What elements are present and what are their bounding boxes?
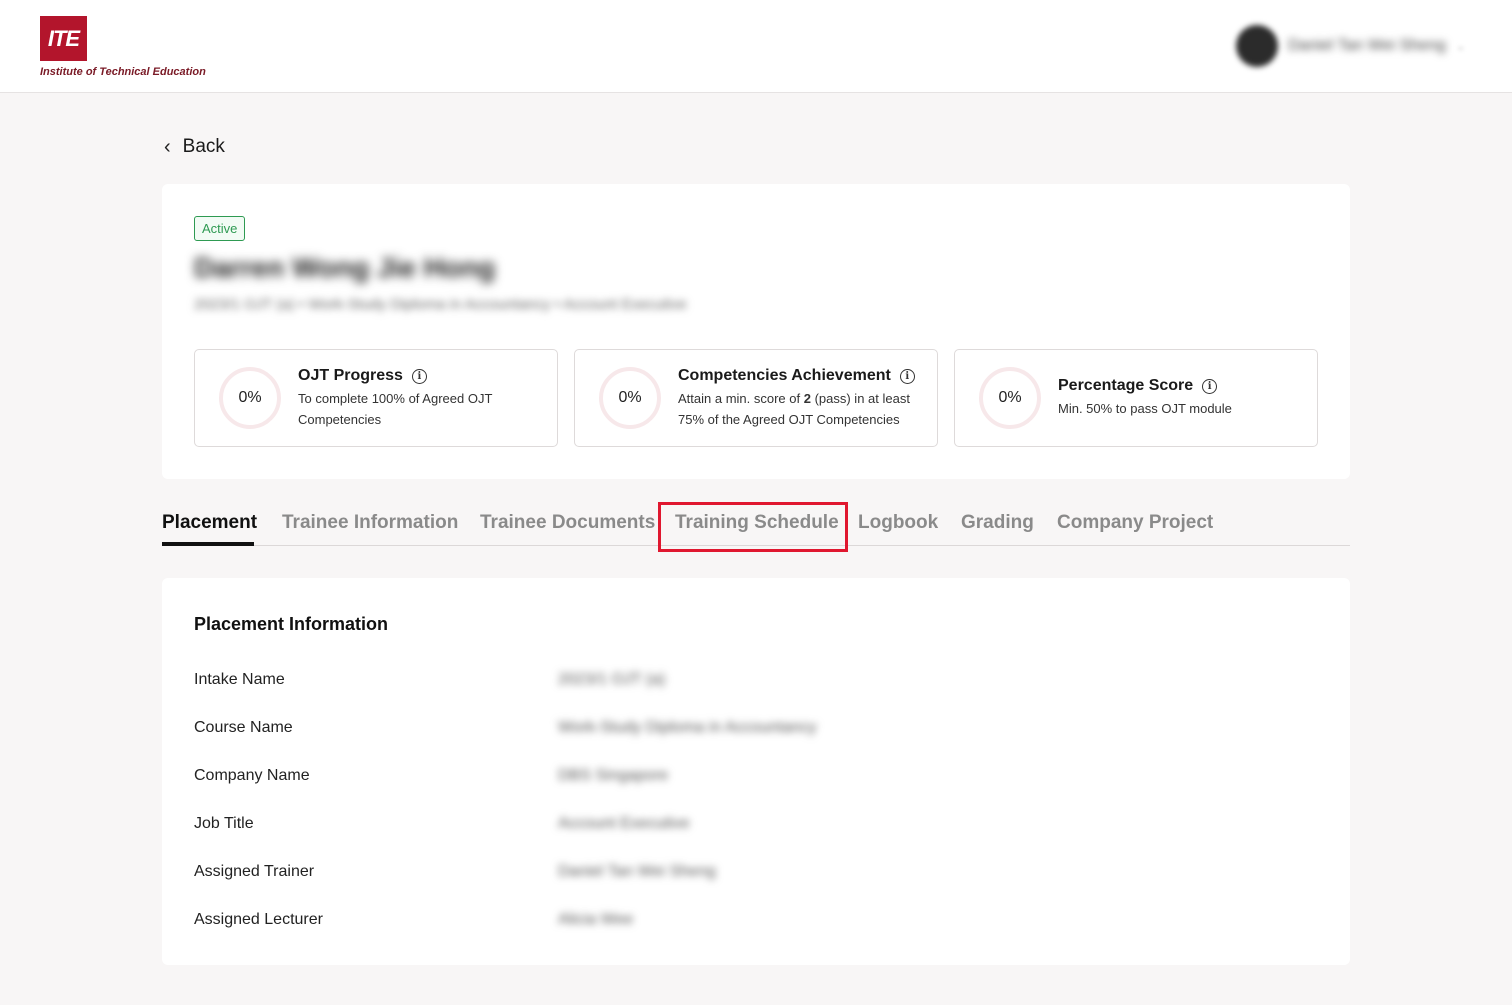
tab-company-project[interactable]: Company Project xyxy=(1057,512,1213,534)
info-label: Company Name xyxy=(194,767,310,784)
info-value: DBS Singapore xyxy=(558,767,669,784)
avatar xyxy=(1236,25,1278,67)
stat-desc-text: To complete 100% of Agreed OJT Competenc… xyxy=(298,391,493,427)
ite-logo-mark: ITE xyxy=(40,16,87,61)
info-label: Assigned Trainer xyxy=(194,863,315,880)
tab-bar: Placement Trainee Information Trainee Do… xyxy=(162,500,1350,552)
ite-logo-text: Institute of Technical Education xyxy=(40,66,206,78)
tab-placement[interactable]: Placement xyxy=(162,512,257,534)
info-icon[interactable]: i xyxy=(1202,378,1218,394)
user-name: Daniel Tan Wei Sheng xyxy=(1288,37,1446,54)
stat-title-text: OJT Progress xyxy=(298,367,403,384)
ojt-progress-card: 0% OJT Progress i To complete 100% of Ag… xyxy=(194,349,558,447)
info-row-assigned-lecturer: Assigned Lecturer Alicia Wee xyxy=(194,911,1314,935)
stat-title-text: Competencies Achievement xyxy=(678,367,891,384)
stat-body: OJT Progress i To complete 100% of Agree… xyxy=(298,367,541,430)
stat-title: OJT Progress i xyxy=(298,367,541,385)
stat-description: Min. 50% to pass OJT module xyxy=(1058,398,1301,419)
stat-title: Competencies Achievement i xyxy=(678,367,921,385)
info-label: Assigned Lecturer xyxy=(194,911,323,928)
info-value: Alicia Wee xyxy=(558,911,634,928)
active-tab-indicator xyxy=(162,542,254,546)
info-label: Job Title xyxy=(194,815,254,832)
info-icon[interactable]: i xyxy=(899,368,915,384)
competencies-achievement-card: 0% Competencies Achievement i Attain a m… xyxy=(574,349,938,447)
info-row-assigned-trainer: Assigned Trainer Daniel Tan Wei Sheng xyxy=(194,863,1314,887)
tab-trainee-information[interactable]: Trainee Information xyxy=(282,512,458,534)
trainee-meta: 2023/1 OJT (a) • Work-Study Diploma in A… xyxy=(194,296,687,313)
percentage-score-card: 0% Percentage Score i Min. 50% to pass O… xyxy=(954,349,1318,447)
chevron-down-icon: ⌄ xyxy=(1455,39,1466,53)
trainee-name: Darren Wong Jie Hong xyxy=(194,252,496,283)
tab-grading[interactable]: Grading xyxy=(961,512,1034,534)
back-label: Back xyxy=(182,136,225,157)
info-value: Daniel Tan Wei Sheng xyxy=(558,863,716,880)
tab-trainee-documents[interactable]: Trainee Documents xyxy=(480,512,655,534)
status-badge: Active xyxy=(194,216,246,241)
tab-logbook[interactable]: Logbook xyxy=(858,512,938,534)
stat-description: To complete 100% of Agreed OJT Competenc… xyxy=(298,388,541,430)
stat-desc-text: Min. 50% to pass OJT module xyxy=(1058,401,1232,416)
top-header: ITE Institute of Technical Education Dan… xyxy=(0,0,1512,93)
info-value: Account Executive xyxy=(558,815,690,832)
info-row-course-name: Course Name Work-Study Diploma in Accoun… xyxy=(194,719,1314,743)
stat-description: Attain a min. score of 2 (pass) in at le… xyxy=(678,388,921,430)
back-button[interactable]: ‹ Back xyxy=(164,134,225,160)
stat-title: Percentage Score i xyxy=(1058,377,1301,395)
info-icon[interactable]: i xyxy=(411,368,427,384)
stat-body: Percentage Score i Min. 50% to pass OJT … xyxy=(1058,377,1301,419)
ojt-progress-ring: 0% xyxy=(219,367,281,429)
user-menu[interactable]: Daniel Tan Wei Sheng ⌄ xyxy=(1232,18,1502,74)
highlight-box xyxy=(658,502,848,552)
stat-desc-pre: Attain a min. score of xyxy=(678,391,804,406)
info-row-job-title: Job Title Account Executive xyxy=(194,815,1314,839)
stat-desc-bold: 2 xyxy=(803,391,811,406)
competencies-ring: 0% xyxy=(599,367,661,429)
info-value: Work-Study Diploma in Accountancy xyxy=(558,719,817,736)
info-value: 2023/1 OJT (a) xyxy=(558,671,666,688)
section-title: Placement Information xyxy=(194,614,389,634)
info-row-intake-name: Intake Name 2023/1 OJT (a) xyxy=(194,671,1314,695)
info-label: Course Name xyxy=(194,719,293,736)
ite-logo[interactable]: ITE Institute of Technical Education xyxy=(40,16,206,78)
stat-body: Competencies Achievement i Attain a min.… xyxy=(678,367,921,430)
info-row-company-name: Company Name DBS Singapore xyxy=(194,767,1314,791)
placement-information-card: Placement Information Intake Name 2023/1… xyxy=(162,578,1350,965)
info-label: Intake Name xyxy=(194,671,285,688)
percentage-ring: 0% xyxy=(979,367,1041,429)
trainee-profile-card: Active Darren Wong Jie Hong 2023/1 OJT (… xyxy=(162,184,1350,479)
stat-title-text: Percentage Score xyxy=(1058,377,1194,394)
chevron-left-icon: ‹ xyxy=(164,136,171,158)
